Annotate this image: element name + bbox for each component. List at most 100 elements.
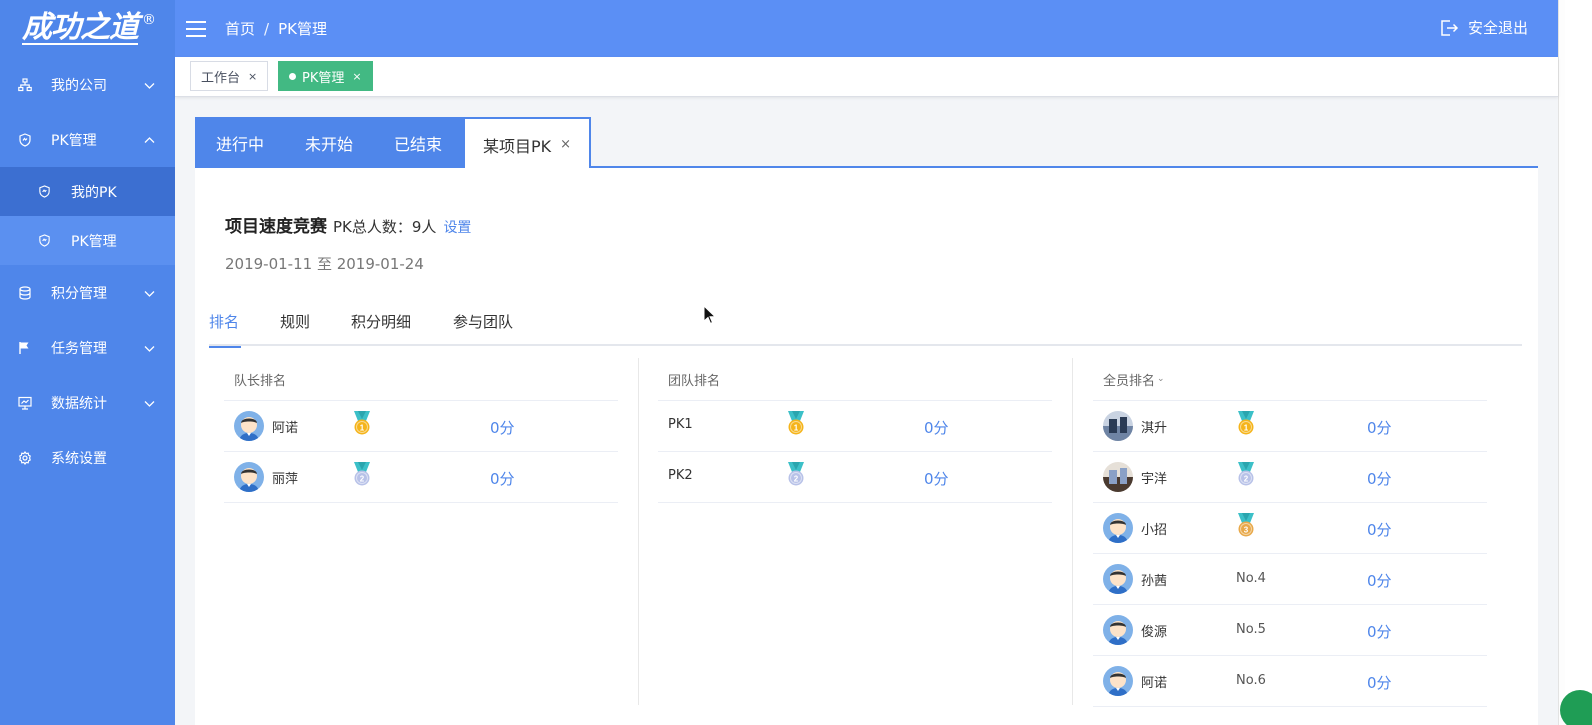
score-value: 0分 bbox=[1367, 419, 1392, 437]
sidebar-item-pk[interactable]: PK管理 bbox=[0, 112, 175, 167]
logo-registered-mark: ® bbox=[142, 12, 156, 28]
table-row[interactable]: 宇洋 2 0分 bbox=[1093, 452, 1487, 503]
sidebar-item-label: 积分管理 bbox=[51, 285, 107, 302]
floating-action-button[interactable] bbox=[1560, 690, 1592, 725]
member-name: PK1 bbox=[668, 417, 693, 432]
table-row[interactable]: 淇升 1 0分 bbox=[1093, 401, 1487, 452]
score-value: 0分 bbox=[490, 419, 515, 437]
sidebar: 成功之道 ® 我的公司 PK管理 我的PK PK管理 积分管理 任务管理 数据统… bbox=[0, 0, 175, 725]
chevron-up-icon bbox=[144, 134, 155, 145]
sidebar-item-stats[interactable]: 数据统计 bbox=[0, 375, 175, 430]
pk-settings-link[interactable]: 设置 bbox=[443, 217, 471, 237]
panel-header[interactable]: 全员排名 ⌄ bbox=[1093, 358, 1487, 401]
tab-label: 进行中 bbox=[215, 134, 264, 154]
sidebar-item-settings[interactable]: 系统设置 bbox=[0, 430, 175, 485]
medal-gold-icon: 1 bbox=[352, 411, 372, 437]
chevron-down-icon bbox=[144, 79, 155, 90]
tags-view-bar: 工作台 × PK管理 × bbox=[175, 57, 1558, 97]
tab-in-progress[interactable]: 进行中 bbox=[195, 117, 285, 168]
tab-not-started[interactable]: 未开始 bbox=[285, 117, 373, 168]
close-icon[interactable]: × bbox=[352, 70, 361, 83]
panel-title: 全员排名 bbox=[1103, 373, 1156, 389]
panel-header: 队长排名 bbox=[224, 358, 618, 401]
tab-rules[interactable]: 规则 bbox=[280, 308, 310, 346]
close-icon[interactable]: × bbox=[560, 137, 571, 152]
window-scrollbar[interactable] bbox=[1558, 0, 1565, 725]
breadcrumb-current: PK管理 bbox=[278, 20, 327, 38]
column-divider bbox=[638, 358, 639, 705]
logout-icon bbox=[1439, 18, 1459, 38]
score-value: 0分 bbox=[1367, 521, 1392, 539]
rank-number: No.5 bbox=[1236, 622, 1266, 637]
avatar bbox=[234, 411, 264, 441]
rank-number: No.6 bbox=[1236, 673, 1266, 688]
shield-icon bbox=[18, 132, 32, 147]
database-icon bbox=[18, 285, 32, 300]
table-row[interactable]: 丽萍 2 0分 bbox=[224, 452, 618, 503]
tag-pk-manage[interactable]: PK管理 × bbox=[278, 61, 373, 91]
member-name: PK2 bbox=[668, 468, 693, 483]
pk-date-range: 2019-01-11 至 2019-01-24 bbox=[225, 255, 424, 273]
sidebar-item-label: PK管理 bbox=[51, 132, 97, 149]
breadcrumb-separator: / bbox=[264, 19, 270, 38]
member-name: 丽萍 bbox=[272, 472, 299, 487]
sidebar-item-label: 任务管理 bbox=[51, 340, 107, 357]
svg-text:1: 1 bbox=[1244, 424, 1249, 433]
table-row[interactable]: 孙茜 No.4 0分 bbox=[1093, 554, 1487, 605]
column-divider bbox=[1072, 358, 1073, 705]
chevron-down-icon bbox=[144, 342, 155, 353]
medal-gold-icon: 1 bbox=[786, 411, 806, 437]
shield-icon bbox=[38, 185, 51, 198]
captain-ranking-panel: 队长排名 阿诺 1 0分 丽萍 2 0分 bbox=[224, 358, 618, 503]
avatar bbox=[1103, 666, 1133, 696]
medal-silver-icon: 2 bbox=[352, 462, 372, 488]
table-row[interactable]: 阿诺 No.6 0分 bbox=[1093, 656, 1487, 707]
table-row[interactable]: 俊源 No.5 0分 bbox=[1093, 605, 1487, 656]
svg-text:2: 2 bbox=[360, 475, 365, 484]
breadcrumb-home[interactable]: 首页 bbox=[225, 18, 255, 39]
avatar bbox=[1103, 615, 1133, 645]
sidebar-item-label: 系统设置 bbox=[51, 450, 107, 467]
avatar bbox=[1103, 462, 1133, 492]
svg-text:2: 2 bbox=[1244, 475, 1249, 484]
tab-teams[interactable]: 参与团队 bbox=[453, 308, 513, 346]
logout-button[interactable]: 安全退出 bbox=[1439, 17, 1528, 38]
tab-label: 排名 bbox=[209, 313, 240, 331]
table-row[interactable]: 小招 3 0分 bbox=[1093, 503, 1487, 554]
svg-text:3: 3 bbox=[1244, 526, 1249, 535]
hamburger-menu-icon[interactable] bbox=[186, 20, 206, 37]
avatar bbox=[1103, 564, 1133, 594]
tag-label: 工作台 bbox=[201, 70, 241, 86]
member-name: 阿诺 bbox=[272, 421, 299, 436]
pk-name: 项目速度竞赛 bbox=[225, 217, 327, 237]
close-icon[interactable]: × bbox=[248, 70, 257, 83]
table-row[interactable]: PK1 1 0分 bbox=[658, 401, 1052, 452]
score-value: 0分 bbox=[1367, 674, 1392, 692]
org-chart-icon bbox=[18, 77, 32, 92]
sidebar-subitem-label: PK管理 bbox=[71, 233, 117, 250]
sidebar-subitem-pk-manage[interactable]: PK管理 bbox=[0, 216, 175, 265]
tab-ended[interactable]: 已结束 bbox=[373, 117, 463, 168]
tag-workbench[interactable]: 工作台 × bbox=[190, 61, 269, 91]
tab-ranking[interactable]: 排名 bbox=[209, 308, 241, 348]
tab-points-detail[interactable]: 积分明细 bbox=[351, 308, 411, 346]
panel-header: 团队排名 bbox=[658, 358, 1052, 401]
rank-number: No.4 bbox=[1236, 571, 1266, 586]
tab-project-pk[interactable]: 某项目PK × bbox=[463, 117, 591, 170]
score-value: 0分 bbox=[1367, 572, 1392, 590]
logo[interactable]: 成功之道 ® bbox=[0, 0, 175, 57]
sidebar-item-points[interactable]: 积分管理 bbox=[0, 265, 175, 320]
top-header: 首页 / PK管理 安全退出 bbox=[175, 0, 1558, 57]
sidebar-subitem-my-pk[interactable]: 我的PK bbox=[0, 167, 175, 216]
tab-label: 未开始 bbox=[304, 134, 353, 154]
score-value: 0分 bbox=[490, 470, 515, 488]
chevron-down-icon[interactable]: ⌄ bbox=[1157, 374, 1165, 384]
sidebar-item-label: 数据统计 bbox=[51, 395, 107, 412]
table-row[interactable]: PK2 2 0分 bbox=[658, 452, 1052, 503]
avatar bbox=[234, 462, 264, 492]
tab-label: 规则 bbox=[280, 313, 311, 331]
sidebar-item-company[interactable]: 我的公司 bbox=[0, 57, 175, 112]
table-row[interactable]: 阿诺 1 0分 bbox=[224, 401, 618, 452]
score-value: 0分 bbox=[924, 470, 949, 488]
sidebar-item-tasks[interactable]: 任务管理 bbox=[0, 320, 175, 375]
